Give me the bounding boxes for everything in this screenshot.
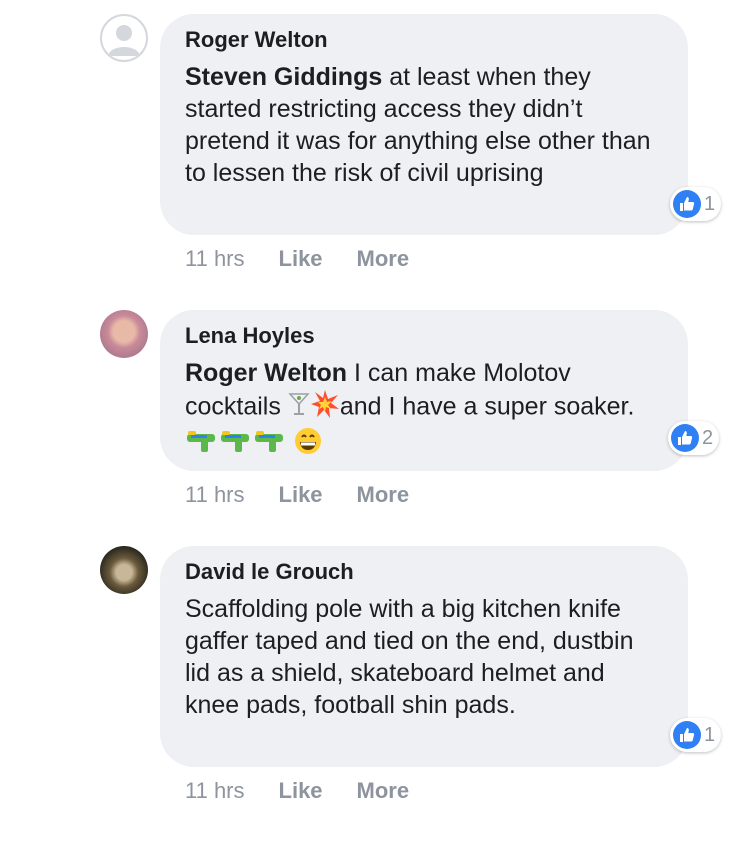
collision-icon (310, 389, 340, 427)
reaction-count: 1 (704, 723, 716, 746)
comment-actions: 11 hrs Like More (185, 778, 443, 804)
mention-link[interactable]: Steven Giddings (185, 63, 382, 91)
water-pistol-icon (253, 428, 287, 462)
timestamp[interactable]: 11 hrs (185, 482, 245, 508)
comment-actions: 11 hrs Like More (185, 482, 443, 508)
cocktail-glass-icon (288, 391, 310, 425)
like-button[interactable]: Like (279, 246, 323, 272)
like-reaction-icon (673, 721, 701, 749)
comment-body-part2: and I have a super soaker. (339, 392, 635, 421)
comment-bubble: Roger Welton Steven Giddings at least wh… (160, 14, 688, 235)
comment-author[interactable]: David le Grouch (185, 559, 662, 585)
avatar[interactable] (100, 14, 148, 62)
reaction-count: 2 (702, 426, 714, 449)
comment-bubble: David le Grouch Scaffolding pole with a … (160, 546, 688, 767)
comment-actions: 11 hrs Like More (185, 246, 443, 272)
more-button[interactable]: More (357, 778, 410, 804)
grinning-face-icon (294, 427, 322, 463)
comment-text: Scaffolding pole with a big kitchen knif… (185, 595, 634, 719)
water-pistol-icon (185, 428, 219, 462)
reaction-badge[interactable]: 1 (670, 718, 722, 752)
comment-author[interactable]: Roger Welton (185, 27, 662, 53)
like-reaction-icon (671, 424, 699, 452)
reaction-count: 1 (704, 192, 716, 215)
like-reaction-icon (673, 190, 701, 218)
default-avatar-icon (108, 25, 140, 56)
comment-author[interactable]: Lena Hoyles (185, 323, 662, 349)
like-button[interactable]: Like (279, 778, 323, 804)
water-pistol-icon (219, 428, 253, 462)
reaction-badge[interactable]: 2 (668, 421, 720, 455)
timestamp[interactable]: 11 hrs (185, 778, 245, 804)
mention-link[interactable]: Roger Welton (185, 359, 347, 387)
like-button[interactable]: Like (279, 482, 323, 508)
more-button[interactable]: More (357, 246, 410, 272)
avatar[interactable] (100, 546, 148, 594)
avatar[interactable] (100, 310, 148, 358)
timestamp[interactable]: 11 hrs (185, 246, 245, 272)
comment-bubble: Lena Hoyles Roger Welton I can make Molo… (160, 310, 688, 471)
more-button[interactable]: More (357, 482, 410, 508)
comment-text: Steven Giddings at least when they start… (185, 61, 662, 189)
comment-text: Roger Welton I can make Molotov cocktail… (185, 357, 662, 463)
reaction-badge[interactable]: 1 (670, 187, 722, 221)
